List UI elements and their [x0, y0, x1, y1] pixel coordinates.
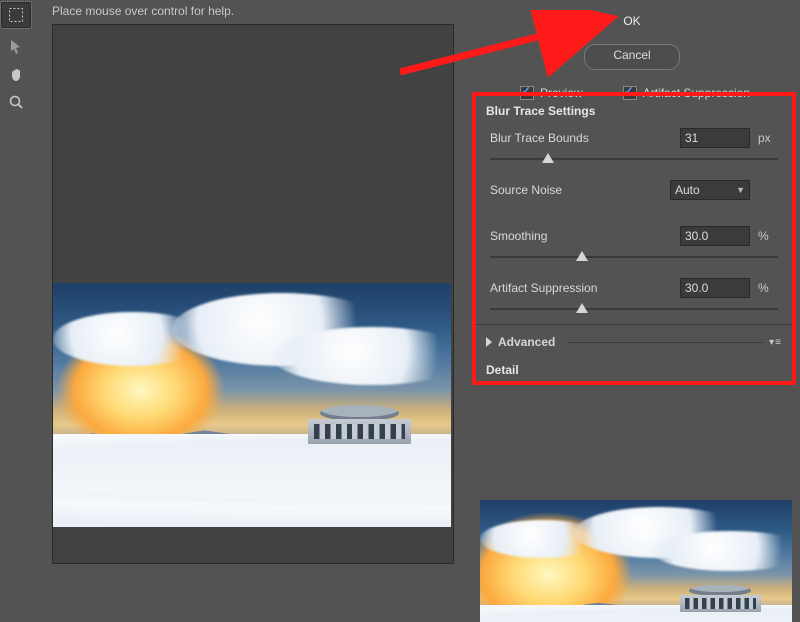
pointer-tool-icon[interactable] [6, 36, 26, 56]
chevron-down-icon: ▼ [736, 185, 745, 195]
panel-menu-icon[interactable]: ▾≡ [769, 337, 782, 348]
zoom-tool-icon[interactable] [6, 92, 26, 112]
help-text: Place mouse over control for help. [52, 4, 234, 18]
advanced-label: Advanced [498, 335, 555, 349]
source-noise-select[interactable]: Auto ▼ [670, 180, 750, 200]
percent-unit: % [758, 229, 778, 243]
advanced-toggle[interactable]: Advanced ▾≡ [476, 324, 792, 359]
marquee-tool-icon[interactable] [1, 2, 31, 28]
artifact-suppression-slider[interactable] [490, 304, 778, 314]
blur-trace-bounds-slider[interactable] [490, 154, 778, 164]
detail-thumbnail[interactable] [480, 500, 792, 622]
triangle-right-icon [486, 337, 492, 347]
highlight-box: Blur Trace Settings Blur Trace Bounds px… [472, 92, 796, 385]
smoothing-slider[interactable] [490, 252, 778, 262]
smoothing-input[interactable] [680, 226, 750, 246]
ok-button[interactable]: OK [595, 11, 668, 35]
cancel-button[interactable]: Cancel [584, 44, 679, 70]
px-unit: px [758, 131, 778, 145]
settings-panel: OK Cancel Preview Artifact Suppression B… [472, 0, 792, 612]
preview-image [53, 283, 451, 527]
percent-unit: % [758, 281, 778, 295]
smoothing-label: Smoothing [490, 229, 672, 243]
source-noise-value: Auto [675, 183, 700, 197]
source-noise-label: Source Noise [490, 183, 662, 197]
blur-trace-settings-title: Blur Trace Settings [476, 96, 792, 122]
blur-trace-bounds-label: Blur Trace Bounds [490, 131, 672, 145]
hand-tool-icon[interactable] [6, 64, 26, 84]
tool-column [4, 0, 28, 112]
artifact-suppression-label: Artifact Suppression [490, 281, 672, 295]
preview-pane[interactable] [52, 24, 454, 564]
blur-trace-bounds-input[interactable] [680, 128, 750, 148]
artifact-suppression-input[interactable] [680, 278, 750, 298]
detail-title: Detail [476, 359, 792, 381]
